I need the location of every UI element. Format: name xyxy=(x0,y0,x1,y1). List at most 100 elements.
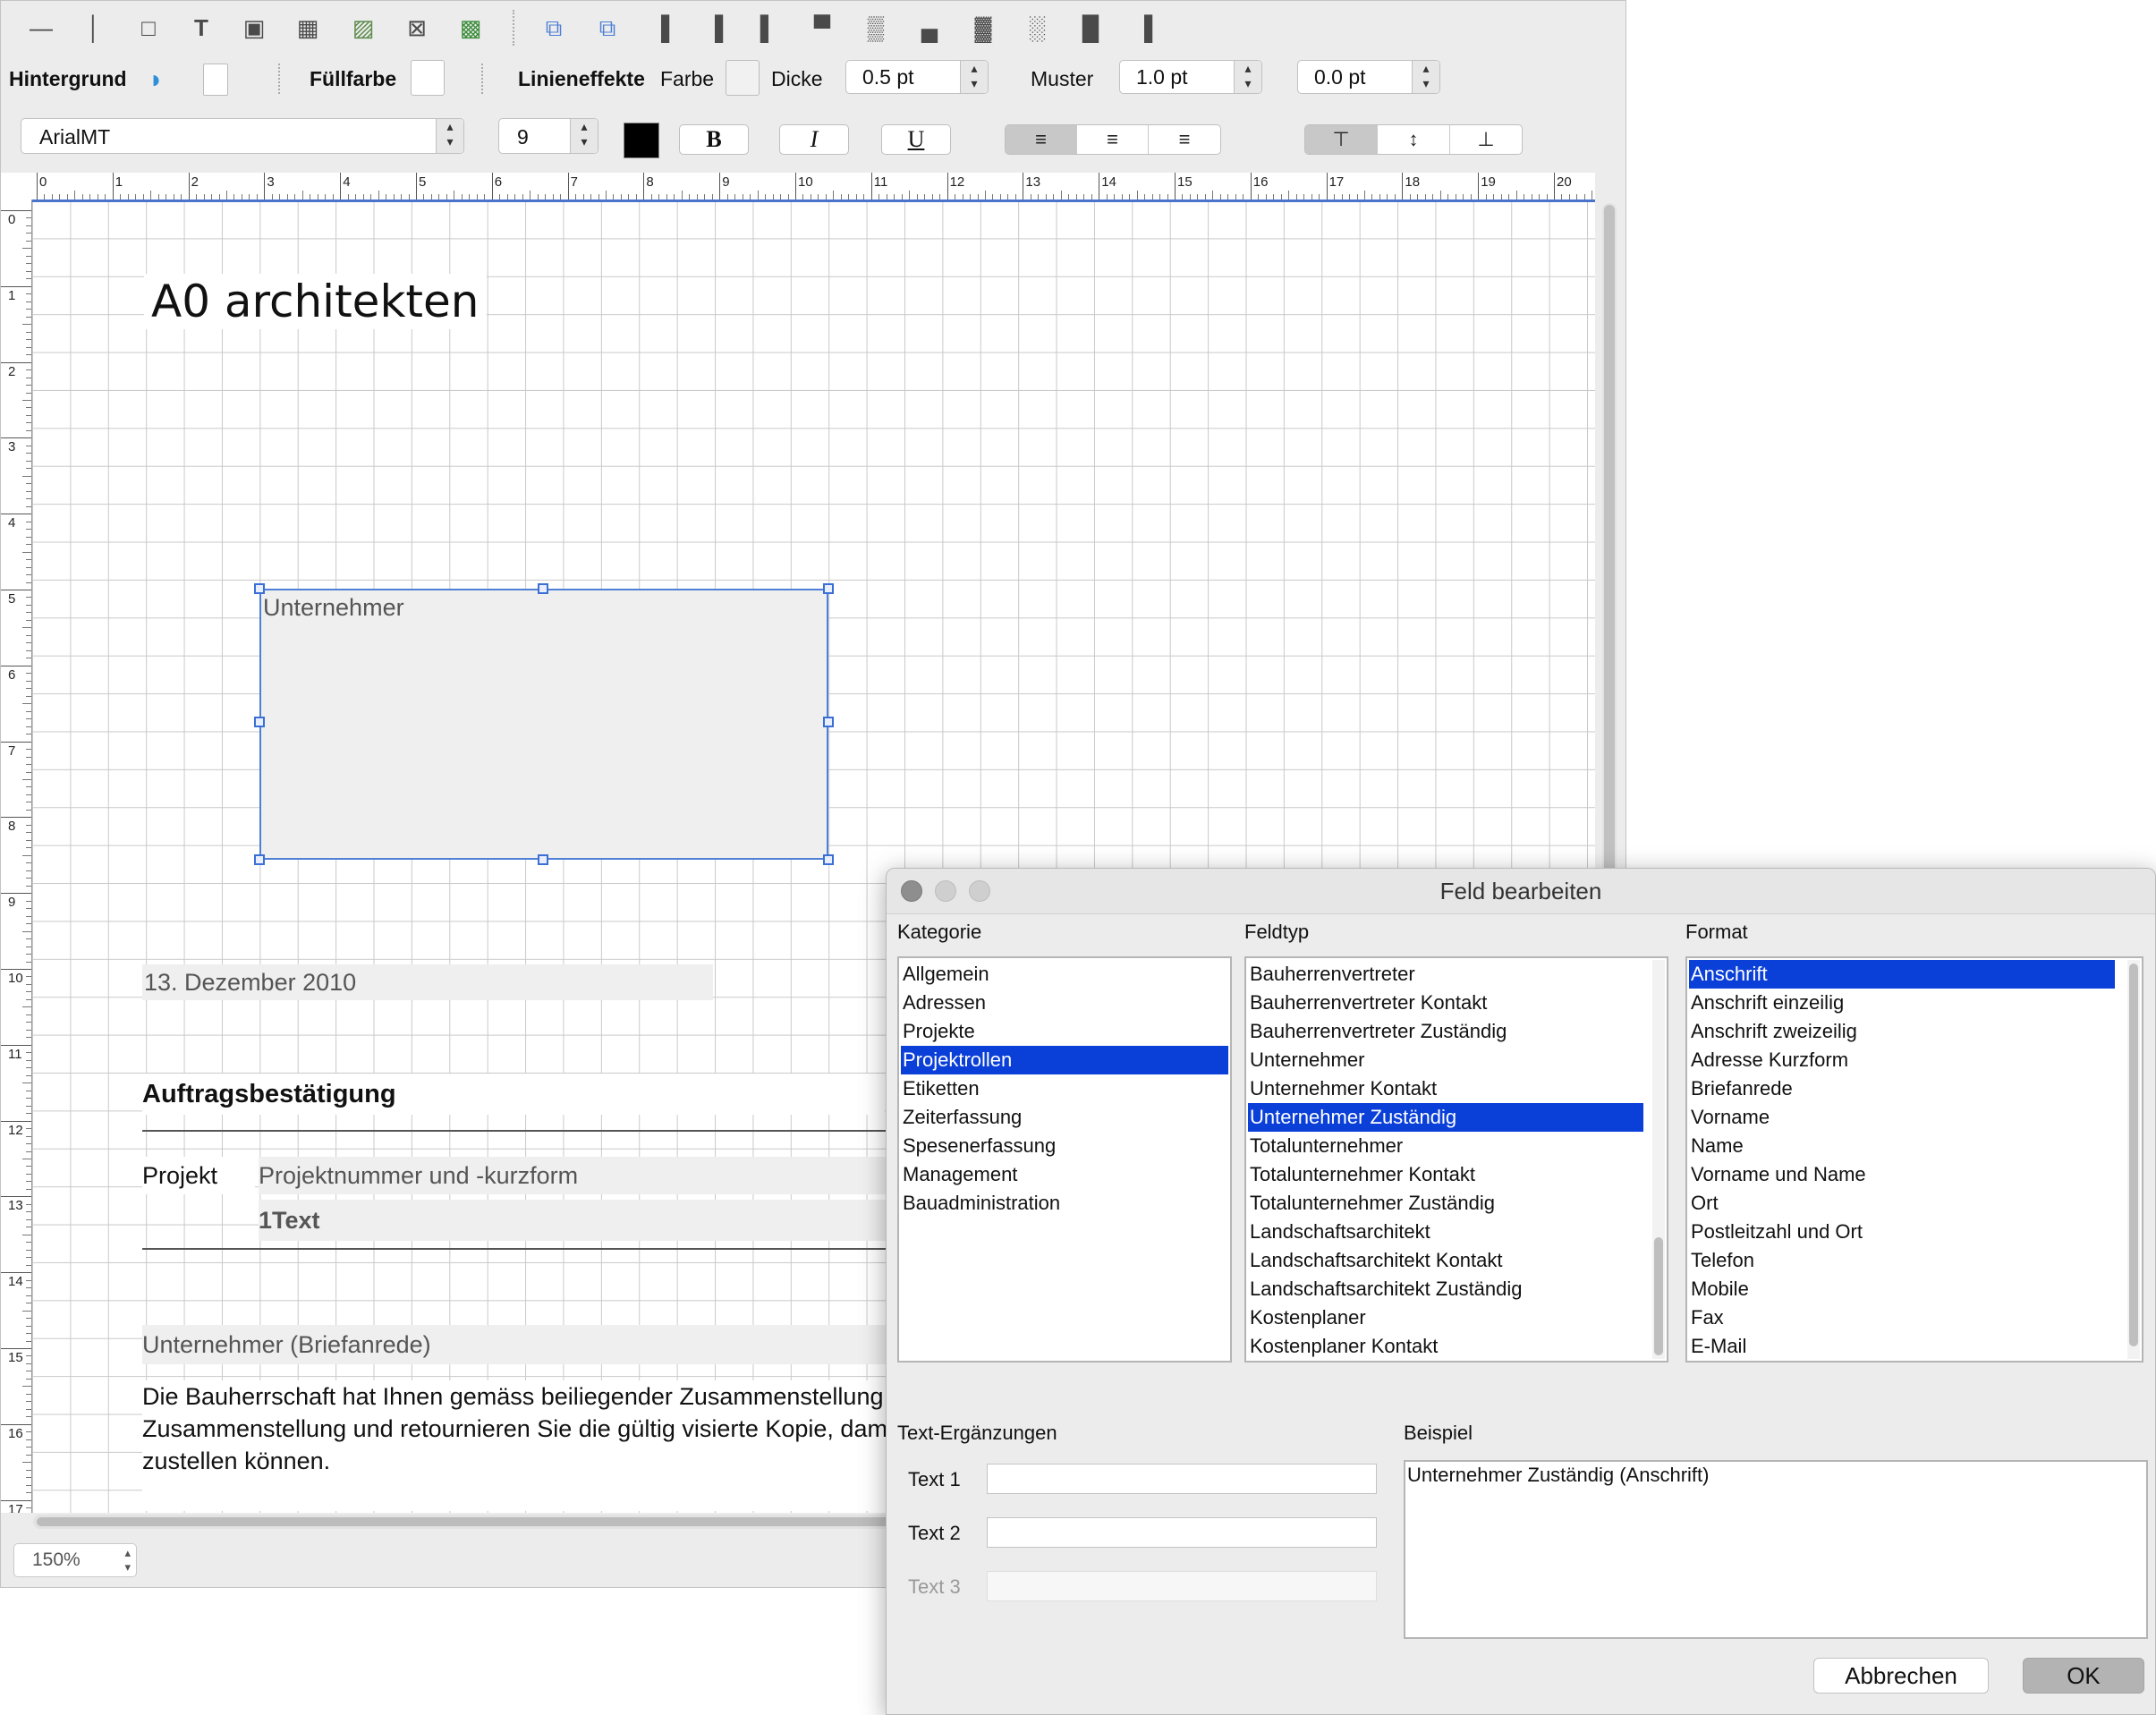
document-heading[interactable]: Auftragsbestätigung xyxy=(142,1074,885,1115)
list-item[interactable]: Name xyxy=(1689,1132,2115,1160)
project-text-field[interactable]: 1Text xyxy=(259,1200,887,1241)
document-icon[interactable] xyxy=(203,64,228,96)
list-item[interactable]: E-Mail xyxy=(1689,1332,2115,1361)
list-item[interactable]: Briefanrede xyxy=(1689,1074,2115,1103)
text2-input[interactable] xyxy=(987,1517,1377,1548)
image-tool-icon[interactable]: ▨ xyxy=(347,12,379,44)
resize-handle[interactable] xyxy=(823,583,834,594)
stepper-arrows-icon[interactable]: ▴ ▾ xyxy=(1234,61,1261,93)
list-item[interactable]: Management xyxy=(901,1160,1228,1189)
scroll-thumb[interactable] xyxy=(1654,1237,1663,1355)
project-number-field[interactable]: Projektnummer und -kurzform xyxy=(259,1157,887,1194)
date-field[interactable]: 13. Dezember 2010 xyxy=(142,964,713,1000)
ok-button[interactable]: OK xyxy=(2023,1658,2144,1694)
align-text-right-icon[interactable]: ≡ xyxy=(1149,125,1220,154)
stepper-arrows-icon[interactable]: ▴ ▾ xyxy=(960,61,988,93)
distribute-horizontal-icon[interactable]: ▓ xyxy=(967,12,999,44)
list-item[interactable]: Totalunternehmer Zuständig xyxy=(1248,1189,1643,1218)
list-item[interactable]: Unternehmer Zuständig xyxy=(1248,1103,1643,1132)
select-arrows-icon[interactable]: ▴ ▾ xyxy=(436,119,463,153)
distribute-vertical-icon[interactable]: █ xyxy=(1074,12,1107,44)
bold-button[interactable]: B xyxy=(679,124,749,155)
list-item[interactable]: Spesenerfassung xyxy=(901,1132,1228,1160)
pattern-stepper[interactable]: 1.0 pt ▴ ▾ xyxy=(1119,60,1262,94)
list-item[interactable]: Postleitzahl und Ort xyxy=(1689,1218,2115,1246)
list-item[interactable]: Landschaftsarchitekt xyxy=(1248,1218,1643,1246)
picture-tool-icon[interactable]: ▩ xyxy=(454,12,487,44)
list-item[interactable]: Anschrift xyxy=(1689,960,2115,989)
list-scrollbar[interactable] xyxy=(1652,960,1665,1359)
placeholder-tool-icon[interactable]: ⊠ xyxy=(401,12,433,44)
format-list[interactable]: Anschrift Anschrift einzeilig Anschrift zw… xyxy=(1685,956,2143,1363)
resize-handle[interactable] xyxy=(538,854,548,865)
list-item[interactable]: Kostenplaner Kontakt xyxy=(1248,1332,1643,1361)
align-text-center-icon[interactable]: ≡ xyxy=(1077,125,1149,154)
list-item[interactable]: Adresse Kurzform xyxy=(1689,1046,2115,1074)
same-height-icon[interactable]: ▐ xyxy=(1128,12,1160,44)
stepper-arrows-icon[interactable]: ▴ ▾ xyxy=(1412,61,1439,93)
list-item[interactable]: Bauadministration xyxy=(901,1189,1228,1218)
valign-bottom-icon[interactable]: ⊥ xyxy=(1450,125,1522,154)
valign-top-icon[interactable]: ⊤ xyxy=(1305,125,1378,154)
paint-bucket-icon[interactable]: ◗ xyxy=(149,65,177,94)
vertical-line-tool-icon[interactable]: │ xyxy=(78,12,110,44)
align-right-icon[interactable]: ▌ xyxy=(752,12,785,44)
list-item[interactable]: Adressen xyxy=(901,989,1228,1017)
underline-button[interactable]: U xyxy=(881,124,951,155)
list-item[interactable]: Etiketten xyxy=(901,1074,1228,1103)
text-tool-icon[interactable]: T xyxy=(185,12,217,44)
logo-text[interactable]: A0 architekten xyxy=(144,274,487,329)
send-to-back-icon[interactable]: ⧉ xyxy=(591,12,624,44)
list-item[interactable]: Anschrift zweizeilig xyxy=(1689,1017,2115,1046)
font-size-select[interactable]: 9 ▴ ▾ xyxy=(498,118,598,154)
resize-handle[interactable] xyxy=(254,583,265,594)
list-scrollbar[interactable] xyxy=(2127,960,2140,1359)
same-width-icon[interactable]: ░ xyxy=(1021,12,1053,44)
project-label[interactable]: Projekt xyxy=(142,1157,255,1194)
align-middle-icon[interactable]: ▒ xyxy=(860,12,892,44)
category-list[interactable]: Allgemein Adressen Projekte Projektrollen Et… xyxy=(897,956,1232,1363)
valign-middle-icon[interactable]: ↕ xyxy=(1378,125,1450,154)
list-item[interactable]: Ort xyxy=(1689,1189,2115,1218)
line-color-swatch[interactable] xyxy=(726,60,760,96)
list-item[interactable]: Vorname xyxy=(1689,1103,2115,1132)
list-item[interactable]: Kostenplaner Zuständig xyxy=(1248,1361,1643,1363)
thickness-stepper[interactable]: 0.5 pt ▴ ▾ xyxy=(845,60,989,94)
resize-handle[interactable] xyxy=(254,717,265,727)
list-item[interactable]: Bauherrenvertreter xyxy=(1248,960,1643,989)
font-select[interactable]: ArialMT ▴ ▾ xyxy=(21,118,464,154)
align-left-icon[interactable]: ▐ xyxy=(645,12,677,44)
list-item[interactable]: Kostenplaner xyxy=(1248,1303,1643,1332)
resize-handle[interactable] xyxy=(823,717,834,727)
fieldtype-list[interactable]: Bauherrenvertreter Bauherrenvertreter Kon… xyxy=(1244,956,1668,1363)
align-bottom-icon[interactable]: ▄ xyxy=(913,12,946,44)
resize-handle[interactable] xyxy=(254,854,265,865)
line-tool-icon[interactable]: — xyxy=(25,12,57,44)
list-item[interactable]: Anschrift einzeilig xyxy=(1689,989,2115,1017)
list-item[interactable]: Landschaftsarchitekt Kontakt xyxy=(1248,1246,1643,1275)
list-item[interactable]: Unternehmer xyxy=(1248,1046,1643,1074)
body-text-block[interactable]: Die Bauherrschaft hat Ihnen gemäss beili… xyxy=(142,1380,887,1511)
list-item[interactable]: Totalunternehmer Kontakt xyxy=(1248,1160,1643,1189)
scroll-thumb[interactable] xyxy=(2129,964,2138,1346)
resize-handle[interactable] xyxy=(538,583,548,594)
list-item[interactable]: Telefon xyxy=(1689,1246,2115,1275)
list-item[interactable]: Mobile xyxy=(1689,1275,2115,1303)
rectangle-tool-icon[interactable]: □ xyxy=(132,12,165,44)
align-text-left-icon[interactable]: ≡ xyxy=(1006,125,1077,154)
list-item[interactable]: Internet xyxy=(1689,1361,2115,1363)
selected-field-frame[interactable]: Unternehmer xyxy=(259,589,828,860)
offset-stepper[interactable]: 0.0 pt ▴ ▾ xyxy=(1297,60,1440,94)
align-center-icon[interactable]: ▐ xyxy=(699,12,731,44)
list-item[interactable]: Landschaftsarchitekt Zuständig xyxy=(1248,1275,1643,1303)
zoom-select[interactable]: 150% ▴ ▾ xyxy=(13,1543,137,1577)
fill-color-swatch[interactable] xyxy=(411,60,445,96)
resize-handle[interactable] xyxy=(823,854,834,865)
salutation-field[interactable]: Unternehmer (Briefanrede) xyxy=(142,1325,887,1364)
italic-button[interactable]: I xyxy=(779,124,849,155)
list-item[interactable]: Zeiterfassung xyxy=(901,1103,1228,1132)
field-tool-icon[interactable]: ▣ xyxy=(238,12,270,44)
cancel-button[interactable]: Abbrechen xyxy=(1813,1658,1989,1694)
text-color-swatch[interactable] xyxy=(624,123,659,158)
list-item[interactable]: Bauherrenvertreter Zuständig xyxy=(1248,1017,1643,1046)
